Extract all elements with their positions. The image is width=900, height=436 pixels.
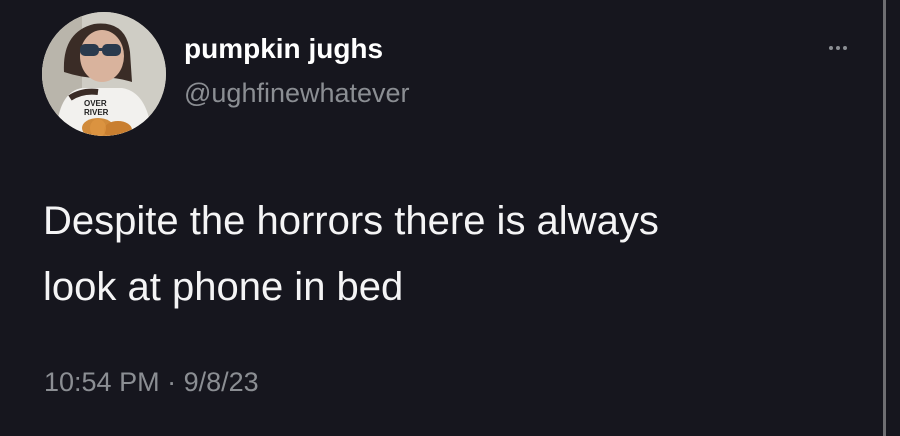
tweet-time: 10:54 PM — [44, 367, 160, 397]
more-horizontal-icon — [829, 46, 833, 50]
more-options-button[interactable] — [818, 36, 858, 60]
tweet-text-line: Despite the horrors there is always — [43, 199, 659, 243]
avatar-photo: OVER RIVER — [42, 12, 166, 136]
avatar[interactable]: OVER RIVER — [42, 12, 166, 136]
more-horizontal-icon-dot — [843, 46, 847, 50]
tweet-timestamp[interactable]: 10:54 PM · 9/8/23 — [44, 367, 259, 398]
tweet-text: Despite the horrors there is always look… — [43, 188, 823, 320]
tweet-card: OVER RIVER pumpkin jughs @ughfinewhateve… — [0, 0, 900, 436]
timestamp-separator: · — [167, 367, 177, 397]
tweet-text-line: look at phone in bed — [43, 265, 404, 309]
more-horizontal-icon-dot — [836, 46, 840, 50]
svg-text:OVER: OVER — [84, 99, 107, 108]
author-handle[interactable]: @ughfinewhatever — [184, 78, 410, 109]
svg-text:RIVER: RIVER — [84, 108, 109, 117]
author-display-name[interactable]: pumpkin jughs — [184, 33, 383, 65]
tweet-date: 9/8/23 — [183, 367, 259, 397]
card-edge-divider — [883, 0, 886, 436]
